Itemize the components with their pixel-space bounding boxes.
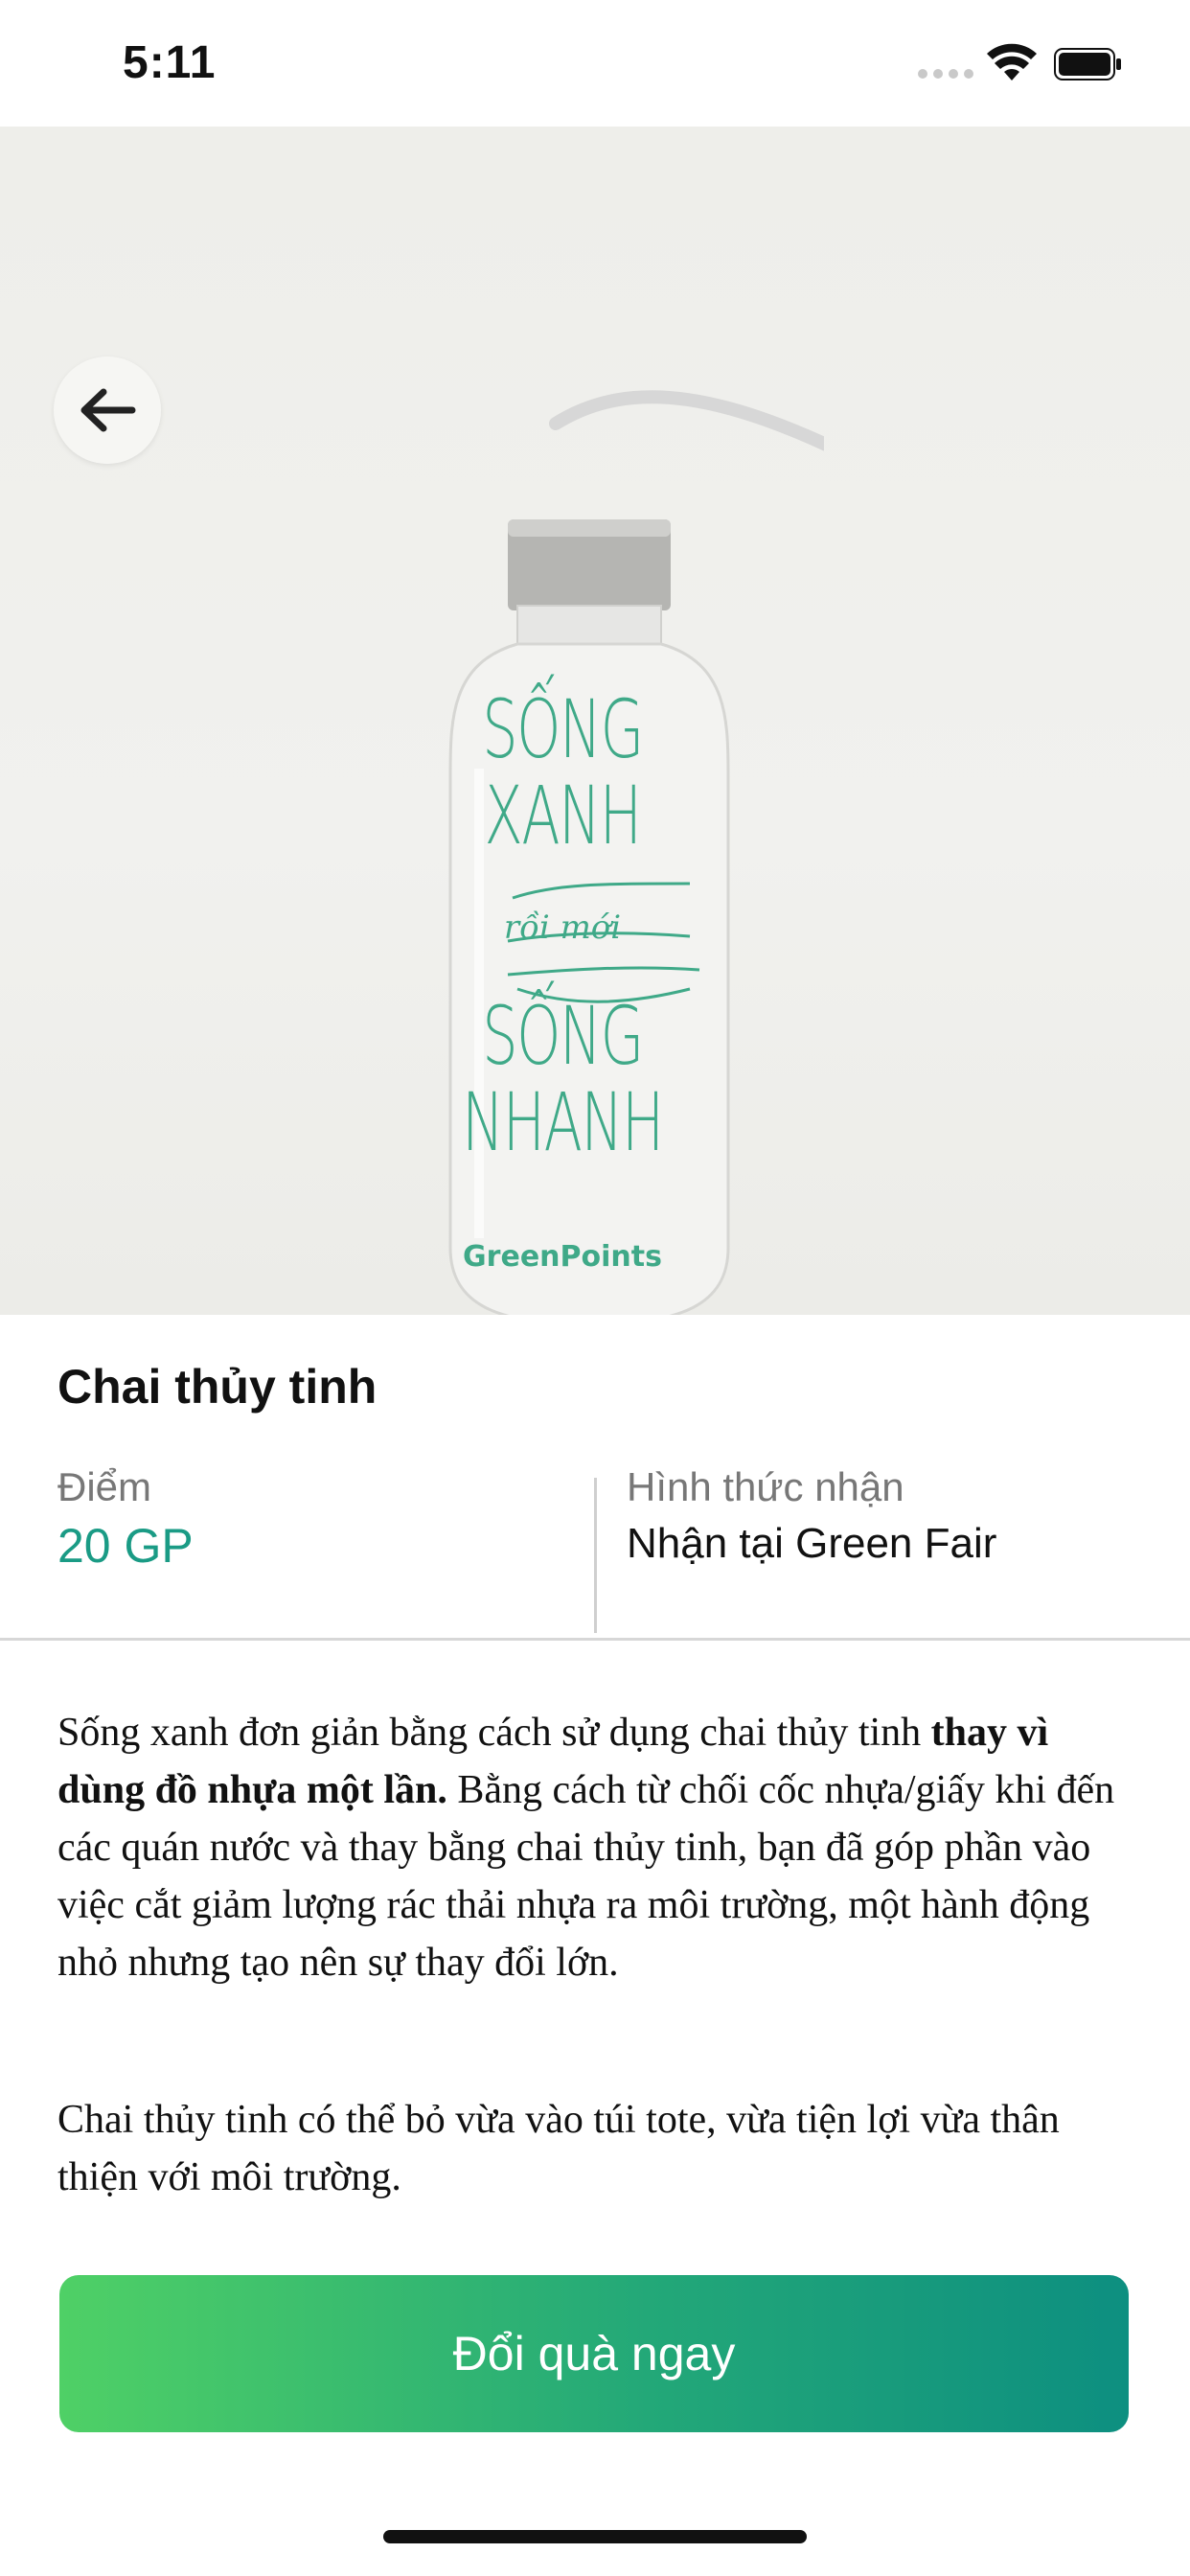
arrow-left-icon — [80, 388, 136, 432]
wifi-icon — [987, 43, 1037, 80]
product-title: Chai thủy tinh — [57, 1360, 378, 1414]
description-text: Sống xanh đơn giản bằng cách sử dụng cha… — [57, 1711, 931, 1755]
back-button[interactable] — [54, 356, 161, 464]
description-paragraph: Chai thủy tinh có thể bỏ vừa vào túi tot… — [57, 2098, 1060, 2199]
points-label: Điểm — [57, 1464, 152, 1509]
bottle-print-line: SỐNG — [482, 682, 644, 776]
section-divider — [0, 1638, 1190, 1641]
home-indicator — [383, 2530, 807, 2543]
bottle-illustration: SỐNG XANH rồi mới SỐNG NHANH GreenPoints — [412, 318, 824, 1315]
product-image: SỐNG XANH rồi mới SỐNG NHANH GreenPoints — [0, 126, 1190, 1315]
status-time: 5:11 — [123, 37, 217, 88]
bottle-print-line: rồi mới — [503, 908, 622, 947]
battery-icon — [1054, 48, 1121, 80]
cellular-signal-icon — [918, 69, 975, 82]
bottle-print-line: SỐNG — [482, 989, 644, 1083]
points-value: 20 GP — [57, 1519, 194, 1573]
bottle-print-line: NHANH — [462, 1075, 664, 1169]
bottle-print-line: XANH — [484, 769, 642, 862]
description-paragraph: Sống xanh đơn giản bằng cách sử dụng cha… — [57, 1704, 1140, 1991]
bottle-logo: GreenPoints — [463, 1240, 662, 1274]
redeem-button-label: Đổi quà ngay — [452, 2327, 736, 2380]
receive-method-label: Hình thức nhận — [627, 1464, 904, 1509]
product-info-row: Điểm 20 GP Hình thức nhận Nhận tại Green… — [0, 1457, 1190, 1639]
receive-method-value: Nhận tại Green Fair — [627, 1520, 997, 1567]
redeem-button[interactable]: Đổi quà ngay — [59, 2275, 1129, 2432]
status-bar: 5:11 — [0, 0, 1190, 126]
vertical-divider — [594, 1478, 597, 1633]
